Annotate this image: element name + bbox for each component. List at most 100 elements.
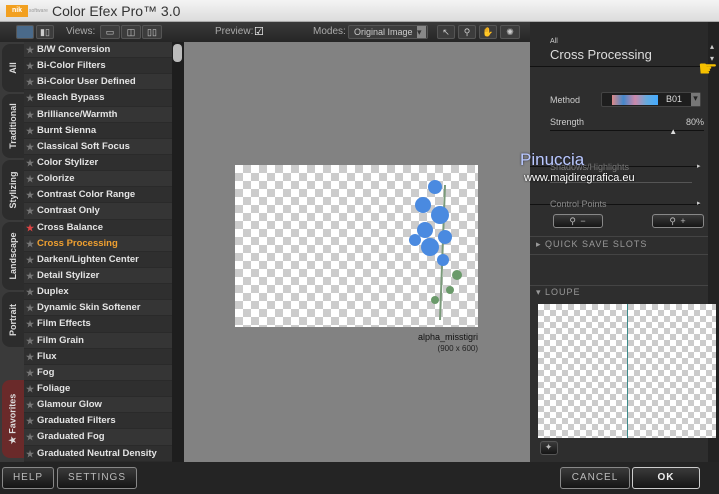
filter-item[interactable]: ★ Burnt Sienna xyxy=(24,122,172,139)
favorite-star-icon[interactable]: ★ xyxy=(26,300,34,316)
filter-label: Brilliance/Warmth xyxy=(37,108,118,120)
method-thumbnail xyxy=(612,95,658,105)
chevron-down-icon: ▾ xyxy=(691,93,700,106)
zoom-tool-icon[interactable]: ⚲ xyxy=(458,25,476,39)
pointer-tool-icon[interactable]: ↖ xyxy=(437,25,455,39)
settings-button[interactable]: SETTINGS xyxy=(57,467,137,489)
split-view-button[interactable]: ◫ xyxy=(121,25,141,39)
views-label: Views: xyxy=(66,26,96,37)
filter-item[interactable]: ★ Cross Processing xyxy=(24,235,172,252)
filter-item[interactable]: ★ Colorize xyxy=(24,171,172,188)
filter-item[interactable]: ★ Duplex xyxy=(24,284,172,301)
preview-checkbox[interactable]: ☑ xyxy=(254,25,264,38)
add-control-point-button[interactable]: ⚲ + xyxy=(652,214,704,228)
favorite-star-icon[interactable]: ★ xyxy=(26,381,34,397)
filter-item[interactable]: ★ Dynamic Skin Softener xyxy=(24,300,172,317)
favorite-star-icon[interactable]: ★ xyxy=(26,413,34,429)
preview-label: Preview: xyxy=(215,26,254,37)
side-by-side-view-button[interactable]: ▯▯ xyxy=(142,25,162,39)
favorite-star-icon[interactable]: ★ xyxy=(26,397,34,413)
watermark-name: Pinuccia xyxy=(520,150,585,169)
favorite-star-icon[interactable]: ★ xyxy=(26,268,34,284)
tab-traditional[interactable]: Traditional xyxy=(2,94,24,158)
favorite-star-icon[interactable]: ★ xyxy=(26,42,34,58)
favorite-star-icon[interactable]: ★ xyxy=(26,58,34,74)
filter-item[interactable]: ★ Graduated Fog xyxy=(24,429,172,446)
favorite-star-icon[interactable]: ★ xyxy=(26,349,34,365)
preview-image[interactable] xyxy=(235,165,478,327)
filter-item[interactable]: ★ Foliage xyxy=(24,380,172,398)
ok-button[interactable]: OK xyxy=(632,467,700,489)
favorite-star-icon[interactable]: ★ xyxy=(26,446,34,462)
filter-label: Graduated Fog xyxy=(37,431,105,443)
favorite-star-icon[interactable]: ★ xyxy=(26,203,34,219)
filter-item[interactable]: ★ Darken/Lighten Center xyxy=(24,251,172,268)
remove-control-point-button[interactable]: ⚲ − xyxy=(553,214,603,228)
tab-landscape[interactable]: Landscape xyxy=(2,222,24,290)
filter-item[interactable]: ★ Detail Stylizer xyxy=(24,267,172,285)
filter-item[interactable]: ★ Cross Balance xyxy=(24,219,172,236)
modes-select[interactable]: Original Image ▾ xyxy=(348,25,428,39)
filter-label: Classical Soft Focus xyxy=(37,140,130,152)
tab-favorites[interactable]: ★ Favorites xyxy=(2,380,24,458)
method-select[interactable]: B01 ▾ xyxy=(601,92,701,107)
filter-item[interactable]: ★ Fog xyxy=(24,364,172,381)
help-button[interactable]: HELP xyxy=(2,467,54,489)
scroll-up-icon[interactable]: ▴ xyxy=(710,42,714,51)
hand-tool-icon[interactable]: ✋ xyxy=(479,25,497,39)
filter-label: Bleach Bypass xyxy=(37,92,105,104)
favorite-star-icon[interactable]: ★ xyxy=(26,220,34,236)
filter-item[interactable]: ★ Contrast Only xyxy=(24,203,172,220)
favorite-star-icon[interactable]: ★ xyxy=(26,123,34,139)
favorite-star-icon[interactable]: ★ xyxy=(26,107,34,123)
favorite-star-icon[interactable]: ★ xyxy=(26,90,34,106)
image-name: alpha_misstigri xyxy=(417,332,478,342)
favorite-star-icon[interactable]: ★ xyxy=(26,333,34,349)
favorite-star-icon[interactable]: ★ xyxy=(26,74,34,90)
favorite-star-icon[interactable]: ★ xyxy=(26,252,34,268)
quick-save-slots-header[interactable]: ▸ QUICK SAVE SLOTS xyxy=(536,239,647,250)
filter-item[interactable]: ★ Brilliance/Warmth xyxy=(24,106,172,123)
filter-list-scrollbar[interactable] xyxy=(172,42,184,462)
favorite-star-icon[interactable]: ★ xyxy=(26,139,34,155)
strength-slider[interactable] xyxy=(550,130,704,131)
favorite-star-icon[interactable]: ★ xyxy=(26,429,34,445)
light-tool-icon[interactable]: ✺ xyxy=(500,25,520,39)
filter-item[interactable]: ★ Glamour Glow xyxy=(24,397,172,414)
filter-item[interactable]: ★ Graduated Neutral Density xyxy=(24,445,172,462)
filter-item[interactable]: ★ Classical Soft Focus xyxy=(24,138,172,155)
filter-item[interactable]: ★ Bi-Color Filters xyxy=(24,58,172,75)
favorite-star-icon[interactable]: ★ xyxy=(26,155,34,171)
filter-item[interactable]: ★ Bi-Color User Defined xyxy=(24,74,172,91)
loupe-header[interactable]: ▾ LOUPE xyxy=(536,287,581,298)
filter-item[interactable]: ★ Film Effects xyxy=(24,316,172,333)
scrollbar-thumb[interactable] xyxy=(173,44,182,62)
filter-label: Colorize xyxy=(37,173,75,185)
filter-browser-view-icon[interactable] xyxy=(16,25,34,39)
favorite-star-icon[interactable]: ★ xyxy=(26,365,34,381)
favorite-star-icon[interactable]: ★ xyxy=(26,236,34,252)
favorite-star-icon[interactable]: ★ xyxy=(26,316,34,332)
tab-portrait[interactable]: Portrait xyxy=(2,292,24,347)
favorite-star-icon[interactable]: ★ xyxy=(26,171,34,187)
expand-shadows-icon[interactable]: ▸ xyxy=(697,162,701,170)
single-view-button[interactable]: ▭ xyxy=(100,25,120,39)
favorite-star-icon[interactable]: ★ xyxy=(26,187,34,203)
tab-stylizing[interactable]: Stylizing xyxy=(2,160,24,220)
loupe-pin-icon[interactable]: ✦ xyxy=(540,441,558,455)
filter-item[interactable]: ★ Color Stylizer xyxy=(24,154,172,172)
filter-item[interactable]: ★ Contrast Color Range xyxy=(24,187,172,204)
cancel-button[interactable]: CANCEL xyxy=(560,467,630,489)
favorite-star-icon[interactable]: ★ xyxy=(26,284,34,300)
filter-item[interactable]: ★ Film Grain xyxy=(24,332,172,349)
filter-item[interactable]: ★ Bleach Bypass xyxy=(24,90,172,107)
image-size: (900 x 600) xyxy=(437,344,478,353)
expand-control-points-icon[interactable]: ▸ xyxy=(697,199,701,207)
filter-item[interactable]: ★ B/W Conversion xyxy=(24,42,172,59)
filter-item[interactable]: ★ Graduated Filters xyxy=(24,413,172,430)
strength-slider-thumb[interactable]: ▲ xyxy=(669,127,677,136)
filter-item[interactable]: ★ Flux xyxy=(24,348,172,365)
filter-label: Cross Balance xyxy=(37,221,104,233)
tab-all[interactable]: All xyxy=(2,44,24,92)
list-view-icon[interactable]: ▮▯ xyxy=(36,25,54,39)
